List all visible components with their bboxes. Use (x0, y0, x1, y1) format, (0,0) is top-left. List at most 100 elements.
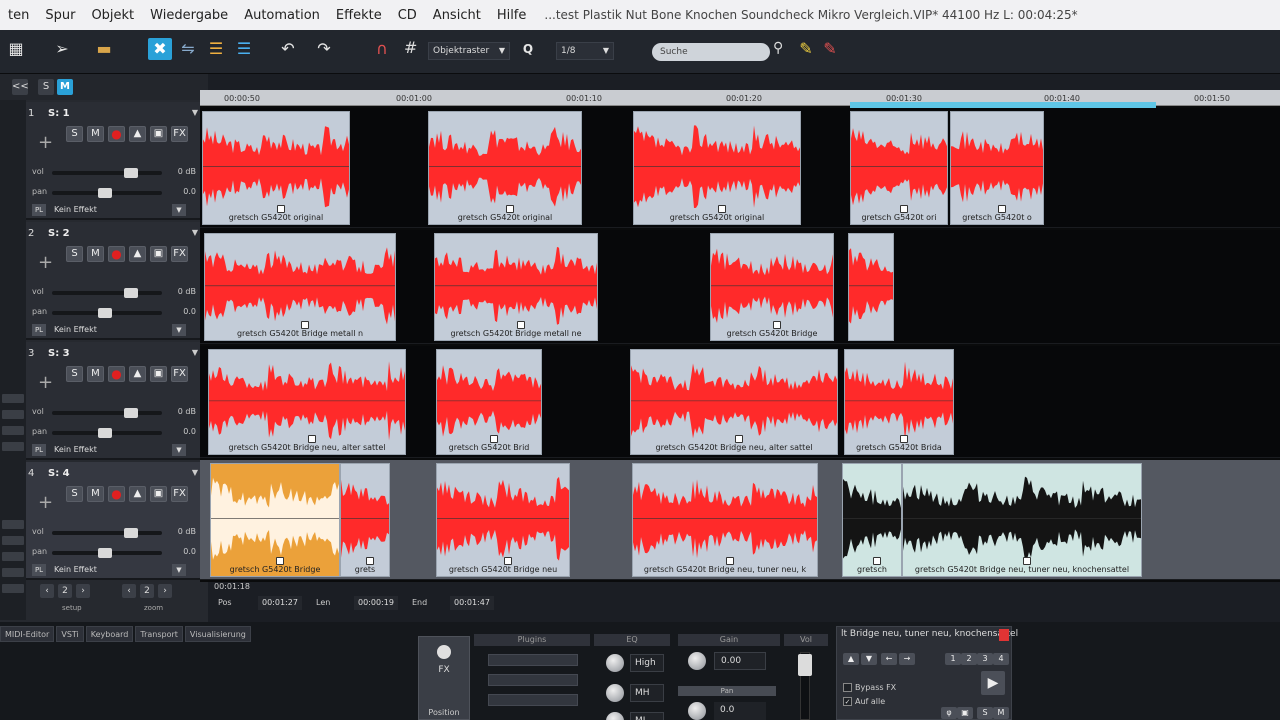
add-icon[interactable]: + (38, 492, 53, 513)
fader-knob[interactable] (98, 428, 112, 438)
pan-fader[interactable]: pan 0.0 (32, 306, 196, 320)
chevron-down-icon[interactable]: ▼ (172, 324, 186, 336)
setup-minus-button[interactable]: ‹ (40, 584, 54, 598)
speaker-icon[interactable]: ▲ (129, 246, 146, 262)
channel-solo-button[interactable]: S (977, 707, 993, 719)
phase-icon[interactable]: φ (941, 707, 957, 719)
edge-button[interactable] (2, 584, 24, 593)
down-arrow-icon[interactable]: ▼ (861, 653, 877, 665)
tab-midi-editor[interactable]: MIDI-Editor (0, 626, 55, 642)
collapse-button[interactable]: << (12, 79, 29, 95)
right-arrow-icon[interactable]: → (899, 653, 915, 665)
cut-mode-icon[interactable]: ✖ (148, 38, 172, 60)
track-lane-4[interactable]: gretsch G5420t Bridge grets gretsch G5420t… (200, 460, 1280, 580)
menu-item-ansicht[interactable]: Ansicht (425, 8, 489, 23)
lock-icon[interactable]: ▣ (957, 707, 973, 719)
solo-button[interactable]: S (66, 126, 83, 142)
audio-clip[interactable]: grets (340, 463, 390, 577)
audio-clip[interactable]: gretsch (842, 463, 902, 577)
zoom-plus-button[interactable]: › (158, 584, 172, 598)
left-arrow-icon[interactable]: ← (881, 653, 897, 665)
snap-mode-dropdown[interactable]: Objektraster ▼ (428, 42, 510, 60)
chevron-down-icon[interactable]: ▼ (172, 204, 186, 216)
bypass-checkbox[interactable] (843, 683, 852, 692)
tab-vsti[interactable]: VSTi (56, 626, 84, 642)
lock-icon[interactable]: ▣ (150, 246, 167, 262)
len-field[interactable]: 00:00:19 (354, 596, 398, 610)
pointer-tool-icon[interactable]: ➢ (50, 38, 74, 60)
fader-knob[interactable] (98, 308, 112, 318)
tracks-icon[interactable]: ☰ (232, 38, 256, 60)
edge-button[interactable] (2, 410, 24, 419)
eq-high-knob[interactable] (606, 654, 624, 672)
fader-knob[interactable] (124, 408, 138, 418)
menu-item-hilfe[interactable]: Hilfe (489, 8, 535, 23)
track-header-1[interactable]: 1 S: 1 ▼ + S M ● ▲ ▣ FX vol 0 dB pan 0.0 (26, 102, 204, 220)
channel-number-4[interactable]: 4 (993, 653, 1009, 665)
fader-knob[interactable] (98, 548, 112, 558)
search-input[interactable]: Suche (652, 43, 770, 61)
add-icon[interactable]: + (38, 372, 53, 393)
solo-button[interactable]: S (66, 366, 83, 382)
search-icon[interactable]: ⚲ (773, 40, 783, 56)
pos-field[interactable]: 00:01:27 (258, 596, 302, 610)
chevron-down-icon[interactable]: ▼ (192, 348, 198, 357)
pl-button[interactable]: PL (32, 564, 46, 576)
vol-fader[interactable]: vol 0 dB (32, 166, 196, 180)
audio-clip[interactable]: gretsch G5420t Brid (436, 349, 542, 455)
menu-item-objekt[interactable]: Objekt (83, 8, 142, 23)
solo-button[interactable]: S (66, 246, 83, 262)
channel-number-3[interactable]: 3 (977, 653, 993, 665)
lock-icon[interactable]: ▣ (150, 126, 167, 142)
add-icon[interactable]: + (38, 252, 53, 273)
track-header-3[interactable]: 3 S: 3 ▼ + S M ● ▲ ▣ FX vol 0 dB pan 0.0 (26, 342, 204, 460)
pan-fader[interactable]: pan 0.0 (32, 426, 196, 440)
range-tool-icon[interactable]: ▬ (92, 38, 116, 60)
edge-button[interactable] (2, 568, 24, 577)
chevron-down-icon[interactable]: ▼ (172, 444, 186, 456)
eq-mh-knob[interactable] (606, 684, 624, 702)
magnet-icon[interactable]: ∩ (370, 38, 394, 60)
menu-item-wiedergabe[interactable]: Wiedergabe (142, 8, 236, 23)
fx-button[interactable]: FX (171, 366, 188, 382)
grid-icon[interactable]: # (404, 38, 417, 57)
record-icon[interactable]: ● (108, 366, 125, 382)
menu-item-automation[interactable]: Automation (236, 8, 328, 23)
audio-clip[interactable]: gretsch G5420t Bridge neu (436, 463, 570, 577)
channel-number-1[interactable]: 1 (945, 653, 961, 665)
global-mute-button[interactable]: M (57, 79, 73, 95)
mute-button[interactable]: M (87, 366, 104, 382)
setup-value[interactable]: 2 (58, 584, 72, 598)
tab-keyboard[interactable]: Keyboard (85, 626, 134, 642)
record-icon[interactable]: ● (108, 246, 125, 262)
play-icon[interactable]: ▶ (981, 671, 1005, 695)
track-lane-3[interactable]: gretsch G5420t Bridge neu, alter sattel g… (200, 346, 1280, 458)
audio-clip[interactable]: gretsch G5420t Bridge neu, tuner neu, kn… (902, 463, 1142, 577)
lock-icon[interactable]: ▣ (150, 366, 167, 382)
audio-clip[interactable]: gretsch G5420t Bridge (710, 233, 834, 341)
audio-clip[interactable]: gretsch G5420t ori (850, 111, 948, 225)
track-name[interactable]: S: 2 (48, 228, 70, 239)
audio-clip[interactable]: gretsch G5420t Bridge neu, tuner neu, k (632, 463, 818, 577)
chevron-down-icon[interactable]: ▼ (172, 564, 186, 576)
edge-button[interactable] (2, 426, 24, 435)
pan-value[interactable]: 0.0 (714, 702, 766, 720)
pl-button[interactable]: PL (32, 324, 46, 336)
channel-number-2[interactable]: 2 (961, 653, 977, 665)
volume-fader-knob[interactable] (798, 654, 812, 676)
audio-clip[interactable]: gretsch G5420t original (428, 111, 582, 225)
undo-icon[interactable]: ↶ (276, 38, 300, 60)
pan-fader[interactable]: pan 0.0 (32, 186, 196, 200)
add-icon[interactable]: + (38, 132, 53, 153)
tab-transport[interactable]: Transport (135, 626, 183, 642)
fx-button[interactable]: FX (171, 246, 188, 262)
edge-button[interactable] (2, 394, 24, 403)
arrangement-view[interactable]: 00:00:50 00:01:00 00:01:10 00:01:20 00:0… (200, 90, 1280, 582)
edge-button[interactable] (2, 442, 24, 451)
speaker-icon[interactable]: ▲ (129, 366, 146, 382)
menu-item-cd[interactable]: CD (390, 8, 425, 23)
fx-button[interactable]: FX (171, 126, 188, 142)
save-icon[interactable]: ▦ (4, 38, 28, 60)
edge-button[interactable] (2, 552, 24, 561)
track-name[interactable]: S: 1 (48, 108, 70, 119)
